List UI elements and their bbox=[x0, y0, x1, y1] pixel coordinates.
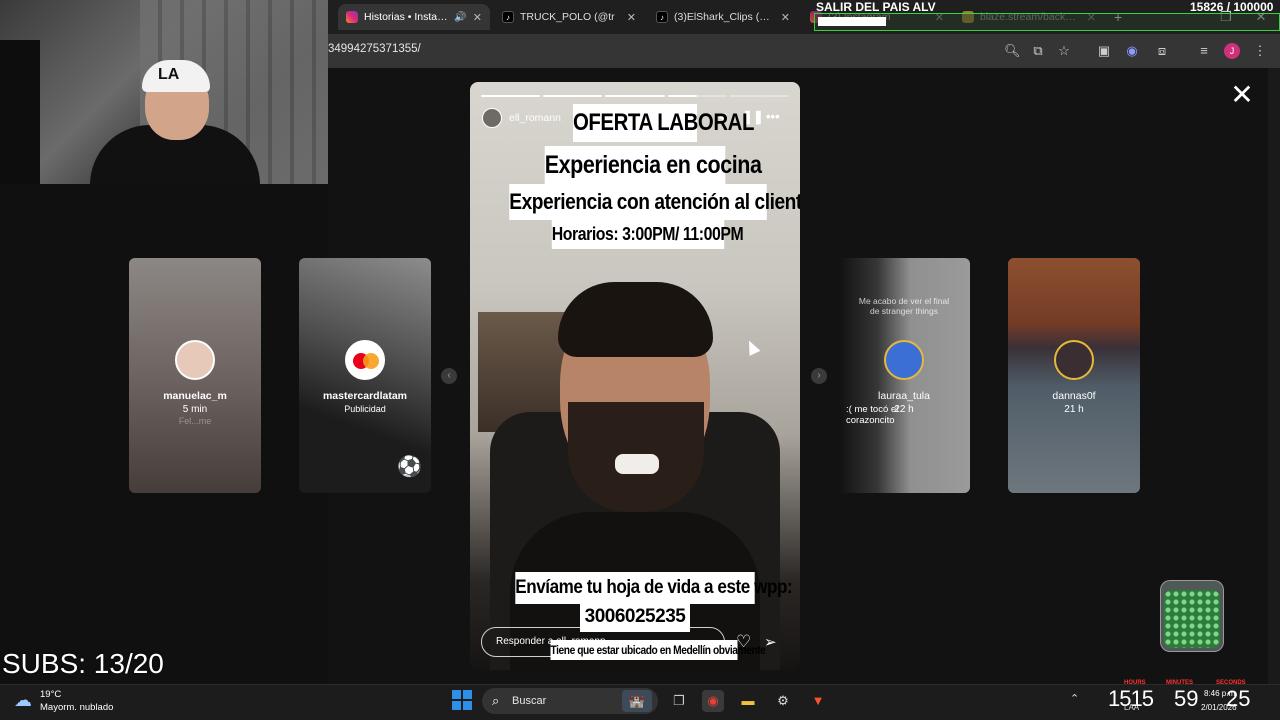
subs-counter: SUBS: 13/20 bbox=[2, 648, 164, 679]
close-icon[interactable]: ✕ bbox=[627, 11, 636, 24]
zoom-icon[interactable]: 🔍︎ bbox=[1004, 43, 1021, 59]
story-card-username: lauraa_tula bbox=[878, 390, 930, 402]
progress-segment bbox=[481, 95, 541, 97]
search-icon: ⌕ bbox=[492, 693, 500, 708]
clock-label-minutes: MINUTES bbox=[1166, 680, 1193, 686]
caption-line: Envíame tu hoja de vida a este wpp: bbox=[515, 572, 793, 604]
story-card-time: Publicidad bbox=[344, 404, 386, 414]
caption-title: OFERTA LABORAL bbox=[572, 104, 754, 142]
app-icon[interactable]: ⚙ bbox=[772, 690, 794, 712]
story-username[interactable]: ell_romann bbox=[509, 112, 561, 124]
task-view-icon[interactable]: ❐ bbox=[668, 690, 690, 712]
close-stories-button[interactable]: ✕ bbox=[1230, 81, 1254, 109]
caption-line: Experiencia en cocina bbox=[544, 146, 762, 184]
story-card-username: manuelac_m bbox=[163, 390, 227, 402]
goal-bar-fill bbox=[818, 17, 886, 26]
main-story[interactable]: ell_romann 🔊︎ ❚❚ ••• OFERTA LABORAL Expe… bbox=[470, 82, 800, 670]
soccer-ball-icon: ⚽ bbox=[397, 456, 422, 478]
close-icon[interactable]: ✕ bbox=[473, 11, 482, 24]
menu-icon[interactable]: ⋮ bbox=[1252, 43, 1268, 59]
tiktok-icon: ♪ bbox=[502, 11, 514, 23]
clock-label-hours: HOURS bbox=[1124, 680, 1146, 686]
puzzle-icon[interactable]: ⧈ bbox=[1154, 43, 1170, 59]
story-card-text: Fel...me bbox=[178, 416, 212, 426]
cap-logo: LA bbox=[158, 66, 180, 83]
progress-segment bbox=[605, 95, 665, 97]
tab-label: TRUCK_POLO (@tr bbox=[520, 11, 615, 23]
mastercard-logo bbox=[345, 340, 385, 380]
webcam-monitor bbox=[0, 40, 40, 184]
previous-story-button[interactable]: ‹ bbox=[441, 368, 457, 384]
progress-segment bbox=[543, 95, 603, 97]
story-card-username: dannas0f bbox=[1052, 390, 1096, 402]
file-explorer-icon[interactable]: ▬ bbox=[737, 690, 759, 712]
tab-instagram-stories[interactable]: Historias • Instagram 🔊 ✕ bbox=[338, 4, 490, 30]
jar-fill bbox=[1164, 590, 1220, 648]
progress-segment-fill bbox=[667, 95, 698, 97]
story-card-text: Me acabo de ver el final de stranger thi… bbox=[858, 296, 950, 316]
scrollbar[interactable] bbox=[1268, 68, 1280, 684]
screen: Historias • Instagram 🔊 ✕ ♪ TRUCK_POLO (… bbox=[0, 0, 1280, 720]
goal-count: 15826 / 100000 bbox=[1190, 0, 1274, 14]
next-story-button[interactable]: › bbox=[811, 368, 827, 384]
tab-label: Historias • Instagram bbox=[364, 11, 448, 23]
more-options-icon[interactable]: ••• bbox=[766, 109, 780, 124]
caption-line: Horarios: 3:00PM/ 11:00PM bbox=[551, 219, 744, 249]
caption-line: Experiencia con atención al cliente bbox=[509, 184, 800, 220]
caption-line: Tiene que estar ubicado en Medellín obvi… bbox=[550, 640, 766, 660]
extension-icon[interactable]: ◉ bbox=[1124, 43, 1140, 59]
clock-label-seconds: SECONDS bbox=[1216, 680, 1246, 686]
weather-desc[interactable]: Mayorm. nublado bbox=[40, 702, 113, 713]
brave-icon[interactable]: ▼ bbox=[807, 690, 829, 712]
windows-start-button[interactable] bbox=[452, 690, 472, 710]
address-bar: 34994275371355/ 🔍︎ ⧉ ☆ ▣ ◉ ⧈ ≡ J ⋮ bbox=[328, 34, 1280, 68]
cloud-icon[interactable]: ☁ bbox=[14, 690, 32, 711]
heart-icon[interactable]: ♡ bbox=[736, 632, 751, 652]
speaker-icon: 🔊 bbox=[454, 11, 467, 23]
chrome-icon[interactable]: ◉ bbox=[702, 690, 724, 712]
story-card-manuelac[interactable]: manuelac_m 5 min Fel...me bbox=[129, 258, 261, 493]
avatar[interactable] bbox=[482, 108, 502, 128]
story-card-lauraa[interactable]: Me acabo de ver el final de stranger thi… bbox=[838, 258, 970, 493]
tab-elshark[interactable]: ♪ (3)ElShark_Clips (@el ✕ bbox=[648, 4, 798, 30]
webcam-feed: LA bbox=[0, 0, 328, 184]
weather-temp[interactable]: 19°C bbox=[40, 689, 61, 700]
avatar bbox=[175, 340, 215, 380]
system-date[interactable]: 2/01/2026 bbox=[1201, 703, 1237, 712]
star-icon[interactable]: ☆ bbox=[1056, 43, 1072, 59]
close-icon[interactable]: ✕ bbox=[781, 11, 790, 24]
story-card-time: 5 min bbox=[182, 404, 208, 415]
system-time[interactable]: 8:46 p.m. bbox=[1204, 689, 1237, 698]
instagram-icon bbox=[346, 11, 358, 23]
tab-label: (3)ElShark_Clips (@el bbox=[674, 11, 775, 23]
profile-avatar[interactable]: J bbox=[1224, 43, 1240, 59]
language-indicator[interactable]: LAA bbox=[1124, 703, 1139, 712]
goal-title: SALIR DEL PAIS ALV bbox=[816, 0, 936, 14]
story-card-text: :( me tocó el corazoncito bbox=[846, 404, 899, 426]
story-person-mouth bbox=[615, 454, 659, 474]
media-icon[interactable]: ≡ bbox=[1196, 43, 1212, 59]
story-card-time: 21 h bbox=[1064, 404, 1084, 415]
clock-minutes: 59 bbox=[1174, 686, 1199, 711]
story-person-hair bbox=[558, 282, 713, 357]
search-highlight-icon[interactable]: 🏰 bbox=[622, 690, 652, 712]
story-card-username: mastercardlatam bbox=[322, 390, 408, 402]
tiktok-icon: ♪ bbox=[656, 11, 668, 23]
send-icon[interactable]: ➢ bbox=[764, 633, 777, 651]
progress-segment bbox=[729, 95, 789, 97]
tab-truck-polo[interactable]: ♪ TRUCK_POLO (@tr ✕ bbox=[494, 4, 644, 30]
avatar bbox=[884, 340, 924, 380]
picture-in-picture-icon[interactable]: ▣ bbox=[1096, 43, 1112, 59]
story-card-mastercard[interactable]: mastercardlatam Publicidad ⚽ bbox=[299, 258, 431, 493]
story-card-dannas[interactable]: dannas0f 21 h bbox=[1008, 258, 1140, 493]
avatar bbox=[1054, 340, 1094, 380]
chevron-up-icon[interactable]: ⌃ bbox=[1070, 692, 1079, 705]
install-icon[interactable]: ⧉ bbox=[1030, 43, 1046, 59]
url-text[interactable]: 34994275371355/ bbox=[328, 43, 421, 55]
